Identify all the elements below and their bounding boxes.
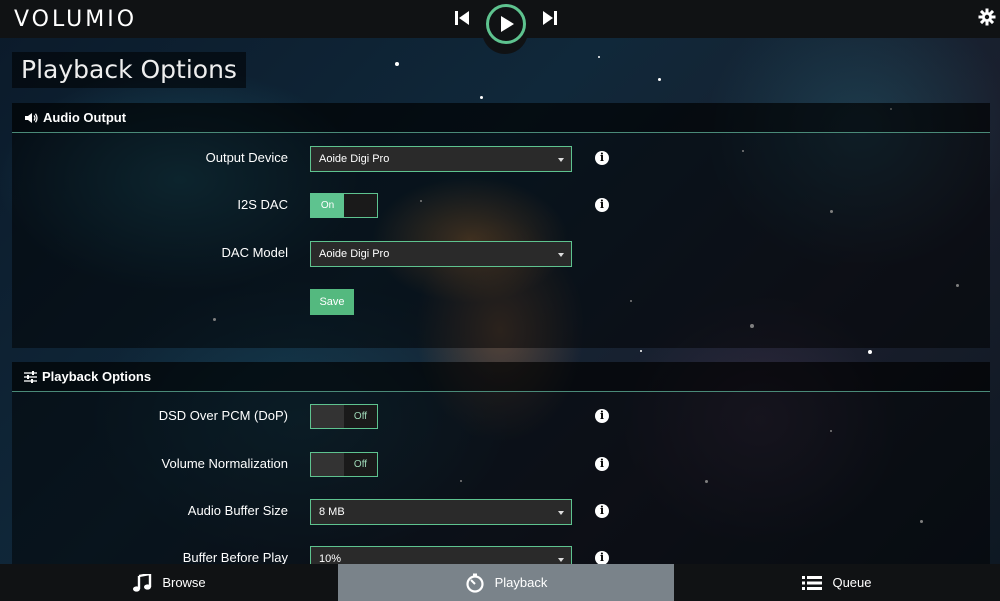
volume-normalization-label: Volume Normalization bbox=[161, 456, 288, 471]
i2s-dac-label: I2S DAC bbox=[237, 197, 288, 212]
save-row: Save bbox=[12, 289, 990, 315]
toggle-knob bbox=[311, 405, 344, 428]
volume-normalization-row: Volume Normalization Off i bbox=[12, 452, 990, 478]
i2s-dac-row: I2S DAC On i bbox=[12, 193, 990, 219]
dac-model-label: DAC Model bbox=[221, 245, 288, 260]
list-icon bbox=[802, 575, 823, 590]
previous-track-icon[interactable] bbox=[452, 8, 472, 28]
toggle-state: On bbox=[311, 194, 344, 217]
i2s-dac-toggle[interactable]: On bbox=[310, 193, 378, 218]
section-title: Audio Output bbox=[43, 109, 127, 125]
output-device-value: Aoide Digi Pro bbox=[319, 153, 390, 165]
dsd-over-pcm-row: DSD Over PCM (DoP) Off i bbox=[12, 404, 990, 430]
caret-down-icon bbox=[558, 253, 564, 257]
music-note-icon bbox=[133, 573, 152, 592]
tab-label: Queue bbox=[832, 575, 872, 590]
top-bar: VOLUMIO bbox=[0, 0, 1000, 54]
caret-down-icon bbox=[558, 558, 564, 562]
page-title: Playback Options bbox=[12, 52, 246, 88]
audio-buffer-size-select[interactable]: 8 MB bbox=[310, 499, 572, 525]
tab-label: Playback bbox=[494, 575, 548, 590]
dac-model-select[interactable]: Aoide Digi Pro bbox=[310, 241, 572, 267]
timer-icon bbox=[466, 573, 484, 593]
tab-queue[interactable]: Queue bbox=[674, 564, 1000, 601]
toggle-state: Off bbox=[344, 405, 377, 428]
play-button-housing bbox=[482, 0, 528, 54]
info-icon[interactable]: i bbox=[595, 151, 609, 165]
section-title: Playback Options bbox=[42, 368, 152, 384]
audio-output-header: Audio Output bbox=[12, 103, 990, 133]
toggle-state: Off bbox=[344, 453, 377, 476]
save-button[interactable]: Save bbox=[310, 289, 354, 315]
next-track-icon[interactable] bbox=[540, 8, 560, 28]
transport-controls bbox=[440, 0, 570, 56]
audio-buffer-size-value: 8 MB bbox=[319, 506, 345, 518]
info-icon[interactable]: i bbox=[595, 198, 609, 212]
audio-output-section: Audio Output Output Device Aoide Digi Pr… bbox=[12, 103, 990, 348]
caret-down-icon bbox=[558, 511, 564, 515]
info-icon[interactable]: i bbox=[595, 504, 609, 518]
tab-playback[interactable]: Playback bbox=[338, 564, 674, 601]
toggle-knob bbox=[311, 453, 344, 476]
dsd-over-pcm-label: DSD Over PCM (DoP) bbox=[158, 408, 288, 423]
output-device-select[interactable]: Aoide Digi Pro bbox=[310, 146, 572, 172]
audio-buffer-size-row: Audio Buffer Size 8 MB i bbox=[12, 499, 990, 525]
dsd-over-pcm-toggle[interactable]: Off bbox=[310, 404, 378, 429]
sliders-icon bbox=[24, 370, 37, 383]
bottom-navigation: Browse Playback Queue bbox=[0, 564, 1000, 601]
info-icon[interactable]: i bbox=[595, 457, 609, 471]
dac-model-row: DAC Model Aoide Digi Pro bbox=[12, 241, 990, 267]
info-icon[interactable]: i bbox=[595, 409, 609, 423]
play-icon bbox=[501, 16, 514, 32]
volumio-logo[interactable]: VOLUMIO bbox=[14, 7, 137, 32]
gear-icon[interactable] bbox=[978, 8, 996, 26]
info-icon[interactable]: i bbox=[595, 551, 609, 565]
audio-buffer-size-label: Audio Buffer Size bbox=[187, 503, 288, 518]
volume-normalization-toggle[interactable]: Off bbox=[310, 452, 378, 477]
playback-options-header: Playback Options bbox=[12, 362, 990, 392]
play-button[interactable] bbox=[486, 4, 526, 44]
toggle-knob bbox=[344, 194, 377, 217]
speaker-icon bbox=[25, 112, 38, 123]
dac-model-value: Aoide Digi Pro bbox=[319, 248, 390, 260]
caret-down-icon bbox=[558, 158, 564, 162]
playback-options-section: Playback Options DSD Over PCM (DoP) Off … bbox=[12, 362, 990, 572]
output-device-row: Output Device Aoide Digi Pro i bbox=[12, 146, 990, 172]
output-device-label: Output Device bbox=[205, 150, 288, 165]
tab-browse[interactable]: Browse bbox=[0, 564, 338, 601]
buffer-before-play-label: Buffer Before Play bbox=[182, 550, 288, 565]
tab-label: Browse bbox=[162, 575, 206, 590]
